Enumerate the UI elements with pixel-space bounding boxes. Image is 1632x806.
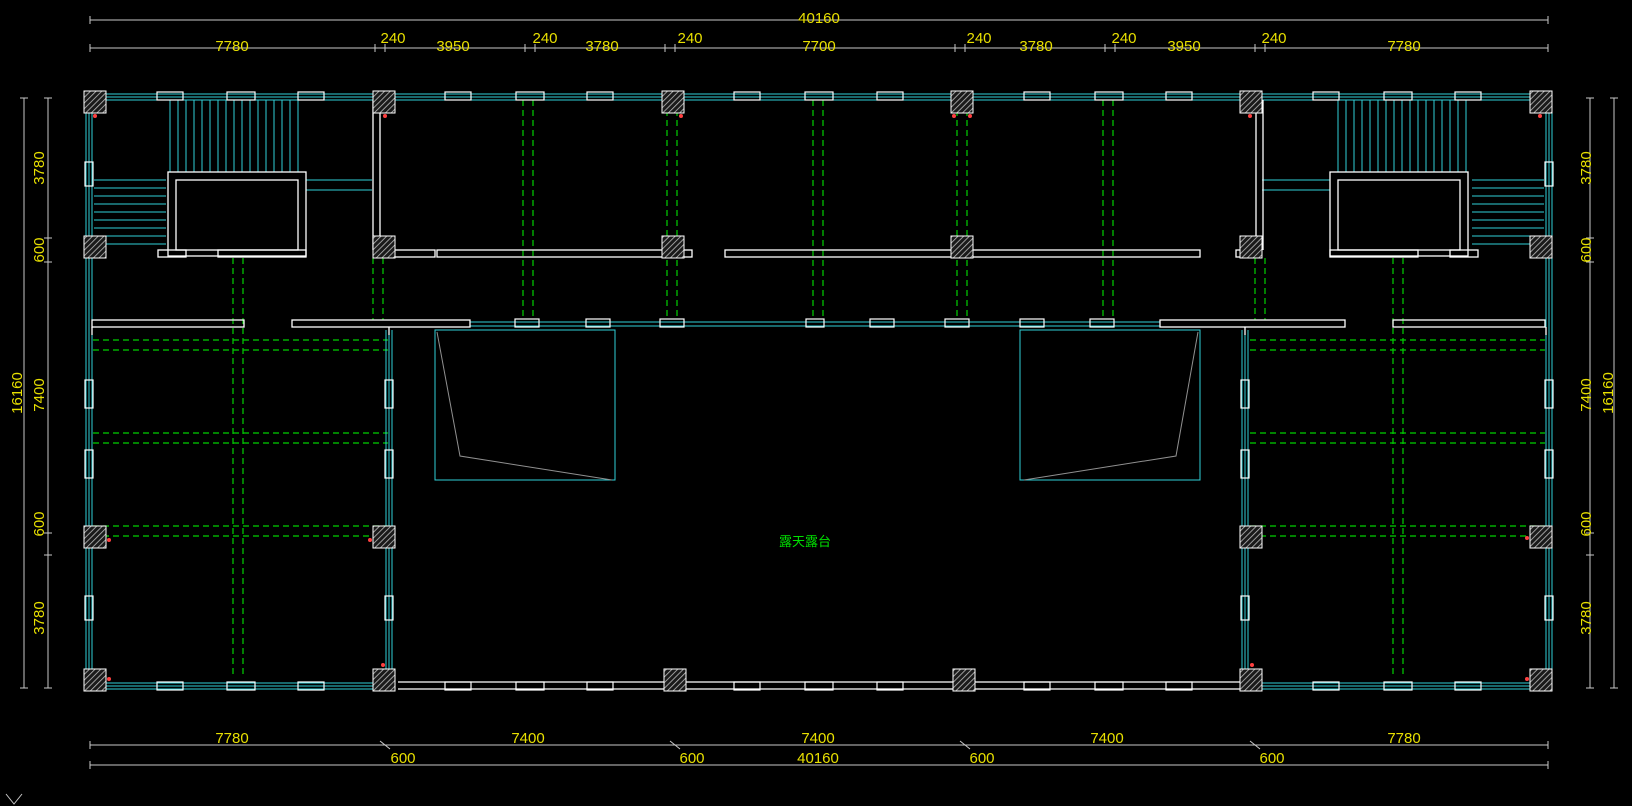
dimension-top-12: 7780 — [1387, 38, 1420, 55]
floor-plan-drawing: 40160 7780 240 3950 240 3780 240 7700 240 3780 240… — [5, 10, 1618, 805]
dimension-top-9: 240 — [1111, 30, 1136, 47]
dimension-right-0: 3780 — [1578, 151, 1595, 184]
dimension-bottom-4: 7780 — [1387, 730, 1420, 747]
dimension-bottom-0: 7780 — [215, 730, 248, 747]
dimension-top-10: 3950 — [1167, 38, 1200, 55]
walls — [84, 91, 1554, 691]
dimension-bottom-1: 7400 — [511, 730, 544, 747]
dimension-offset-3: 600 — [1259, 750, 1284, 767]
dimension-offset-0: 600 — [390, 750, 415, 767]
dimension-right-3: 600 — [1578, 511, 1595, 536]
dimension-top-5: 240 — [677, 30, 702, 47]
dimension-bottom-3: 7400 — [1090, 730, 1123, 747]
dimension-bottom-2: 7400 — [801, 730, 834, 747]
dimension-top-1: 240 — [380, 30, 405, 47]
dimension-left-2: 7400 — [31, 378, 48, 411]
planter-lines — [436, 331, 1199, 481]
dimension-offset-1: 600 — [679, 750, 704, 767]
terrace-label: 露天露台 — [779, 535, 831, 550]
dimension-left-1: 600 — [31, 237, 48, 262]
dimension-top-7: 240 — [966, 30, 991, 47]
dimension-left-3: 600 — [31, 511, 48, 536]
dimension-bottom-total: 40160 — [797, 750, 839, 767]
dimension-offset-2: 600 — [969, 750, 994, 767]
beam-lines — [93, 100, 1545, 678]
dimension-top-total: 40160 — [798, 10, 840, 27]
ucs-icon — [5, 793, 23, 805]
dimension-top-8: 3780 — [1019, 38, 1052, 55]
dimension-right-2: 7400 — [1578, 378, 1595, 411]
dimension-right-1: 600 — [1578, 237, 1595, 262]
dimension-right-total: 16160 — [1600, 372, 1617, 414]
dimension-left-total: 16160 — [9, 372, 26, 414]
dimension-top-4: 3780 — [585, 38, 618, 55]
dimension-top-6: 7700 — [802, 38, 835, 55]
columns — [83, 90, 1553, 692]
column-markers — [93, 114, 1542, 681]
dimension-top-0: 7780 — [215, 38, 248, 55]
dimension-left-4: 3780 — [31, 601, 48, 634]
dimension-top-11: 240 — [1261, 30, 1286, 47]
dimension-top-2: 3950 — [436, 38, 469, 55]
dimension-top-3: 240 — [532, 30, 557, 47]
dimension-left-0: 3780 — [31, 151, 48, 184]
dimension-right-4: 3780 — [1578, 601, 1595, 634]
